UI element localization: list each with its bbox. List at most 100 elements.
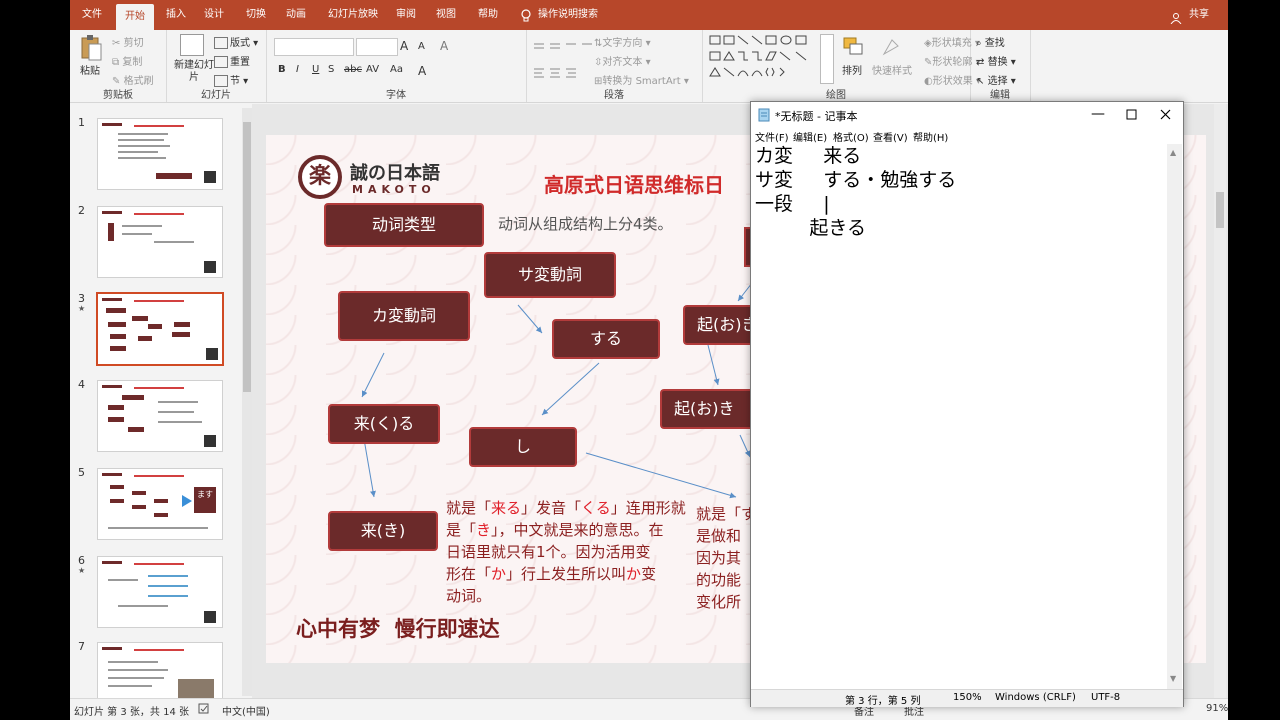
thumb-photo	[178, 679, 214, 699]
slide-scrollbar[interactable]	[1214, 104, 1226, 698]
slide-thumbnail-6[interactable]	[97, 556, 223, 628]
tab-slideshow[interactable]: 幻灯片放映	[324, 0, 382, 30]
align-buttons-icon[interactable]	[534, 64, 590, 78]
slogan: 心中有梦 慢行即速达	[296, 617, 500, 641]
strike-button[interactable]: abc	[344, 64, 362, 75]
zoom-level[interactable]: 91%	[1206, 703, 1228, 714]
shapes-scroll[interactable]	[820, 34, 834, 84]
notepad-status-bar: 第 3 行，第 5 列 150% Windows (CRLF) UTF-8	[751, 689, 1183, 707]
thumbnails-scrollbar[interactable]	[242, 108, 252, 696]
language-indicator[interactable]: 中文(中国)	[222, 703, 270, 718]
paste-icon	[80, 34, 102, 62]
tab-design[interactable]: 设计	[200, 0, 228, 30]
note-text: 」行上发生所以叫	[506, 565, 627, 583]
grow-font-button[interactable]: A	[400, 39, 408, 53]
font-size-select[interactable]	[356, 38, 398, 56]
select-button[interactable]: ↖ 选择 ▾	[976, 72, 1016, 87]
tab-home[interactable]: 开始	[116, 4, 154, 30]
copy-icon: ⧉	[112, 57, 120, 68]
slide-counter: 幻灯片 第 3 张，共 14 张	[74, 707, 189, 718]
text-line: 起きる	[755, 217, 866, 239]
reset-button[interactable]: 重置	[214, 53, 250, 68]
scroll-down-icon[interactable]: ▼	[1170, 674, 1176, 683]
slide-thumbnail-2[interactable]	[97, 206, 223, 278]
maximize-icon[interactable]	[1115, 102, 1149, 128]
text-direction-button[interactable]: ⇅文字方向 ▾	[594, 34, 651, 49]
tell-me-search[interactable]: 操作说明搜索	[538, 0, 602, 30]
slide-thumbnail-1[interactable]	[97, 118, 223, 190]
font-name-select[interactable]	[274, 38, 354, 56]
slides-label: 幻灯片	[201, 90, 231, 101]
spellcheck-icon[interactable]	[198, 702, 210, 714]
shadow-button[interactable]: S	[328, 64, 334, 75]
align-text-label: 对齐文本	[602, 57, 643, 68]
slide-thumbnail-7[interactable]	[97, 642, 223, 700]
scroll-up-icon[interactable]: ▲	[1170, 148, 1176, 157]
intro-text: 动词从组成结构上分4类。	[498, 215, 673, 233]
replace-button[interactable]: ⇄ 替换 ▾	[976, 53, 1016, 68]
share-button[interactable]: 共享	[1184, 0, 1214, 30]
tab-view[interactable]: 视图	[432, 0, 460, 30]
reset-label: 重置	[230, 57, 250, 68]
char-spacing-button[interactable]: AV	[366, 64, 379, 75]
slide-thumbnail-4[interactable]	[97, 380, 223, 452]
menu-view[interactable]: 查看(V)	[873, 129, 908, 144]
tab-insert[interactable]: 插入	[162, 0, 190, 30]
thumb-star: ★	[78, 566, 86, 575]
slide-thumbnail-3[interactable]	[96, 292, 224, 366]
font-color-button[interactable]: A	[418, 64, 426, 78]
clear-format-button[interactable]: A	[440, 39, 448, 53]
tab-transitions[interactable]: 切换	[242, 0, 270, 30]
scrollbar-thumb[interactable]	[243, 122, 251, 392]
bold-button[interactable]: B	[278, 64, 286, 75]
slides-group: 新建幻灯片 版式 ▾ 重置 节 ▾ 幻灯片	[166, 30, 267, 102]
slide-thumbnail-5[interactable]: ます	[97, 468, 223, 540]
notepad-text-area[interactable]: カ変 来る サ変 する・勉強する 一段 | 起きる	[755, 144, 1165, 690]
note-sahen-explanation: 就是「す 是做和 因为其 的功能 变化所	[696, 503, 756, 613]
cursor-position: 第 3 行，第 5 列	[845, 696, 921, 707]
notepad-vertical-scrollbar[interactable]: ▲ ▼	[1167, 144, 1182, 689]
cut-button[interactable]: ✂ 剪切	[112, 34, 144, 49]
tab-file[interactable]: 文件	[78, 0, 106, 30]
align-text-button[interactable]: ⇳对齐文本 ▾	[594, 53, 651, 68]
layout-button[interactable]: 版式 ▾	[214, 34, 258, 49]
copy-button[interactable]: ⧉ 复制	[112, 53, 142, 68]
arrange-button[interactable]: 排列	[842, 62, 862, 77]
find-button[interactable]: ⌕ 查找	[976, 34, 1005, 49]
lightbulb-icon	[520, 8, 532, 22]
layout-icon	[214, 37, 228, 49]
tab-animations[interactable]: 动画	[282, 0, 310, 30]
quick-styles-button[interactable]: 快速样式	[872, 62, 912, 77]
slide-thumbnails-pane: 1 2 3 ★ 4 5 ます 6 ★ 7	[70, 104, 250, 700]
italic-button[interactable]: I	[296, 64, 299, 75]
menu-file[interactable]: 文件(F)	[755, 129, 789, 144]
font-group: A A A B I U S abc AV Aa A 字体	[266, 30, 527, 102]
notepad-zoom: 150%	[953, 692, 982, 703]
arrow-right-icon	[182, 495, 192, 507]
new-slide-button[interactable]: 新建幻灯片	[174, 60, 214, 84]
menu-edit[interactable]: 编辑(E)	[793, 129, 827, 144]
section-button[interactable]: 节 ▾	[214, 72, 248, 87]
thumb-number: 4	[78, 378, 85, 391]
drawing-group: 排列 快速样式 ◈形状填充 ▾ ✎形状轮廓 ▾ ◐形状效果 ▾ 绘图	[702, 30, 981, 102]
list-buttons-icon[interactable]	[534, 38, 594, 50]
format-painter-button[interactable]: ✎ 格式刷	[112, 72, 154, 87]
minimize-icon[interactable]: —	[1081, 102, 1115, 128]
notepad-window: *无标题 - 记事本 — 文件(F) 编辑(E) 格式(O) 查看(V) 帮助(…	[750, 101, 1184, 707]
note-highlight: くる	[581, 499, 611, 517]
box-sa-hen: サ変動詞	[484, 252, 616, 298]
tab-review[interactable]: 审阅	[392, 0, 420, 30]
slide-scrollbar-thumb[interactable]	[1216, 192, 1224, 228]
underline-button[interactable]: U	[312, 64, 319, 75]
menu-help[interactable]: 帮助(H)	[913, 129, 948, 144]
close-icon[interactable]	[1149, 102, 1183, 128]
paste-button[interactable]: 粘贴	[80, 62, 100, 77]
smartart-button[interactable]: ⊞转换为 SmartArt ▾	[594, 72, 689, 87]
change-case-button[interactable]: Aa	[390, 64, 403, 75]
menu-format[interactable]: 格式(O)	[833, 129, 869, 144]
shrink-font-button[interactable]: A	[418, 41, 425, 52]
tab-help[interactable]: 帮助	[474, 0, 502, 30]
text-direction-label: 文字方向	[602, 38, 643, 49]
shapes-gallery[interactable]	[708, 34, 816, 82]
outline-label: 形状轮廓	[932, 57, 973, 68]
